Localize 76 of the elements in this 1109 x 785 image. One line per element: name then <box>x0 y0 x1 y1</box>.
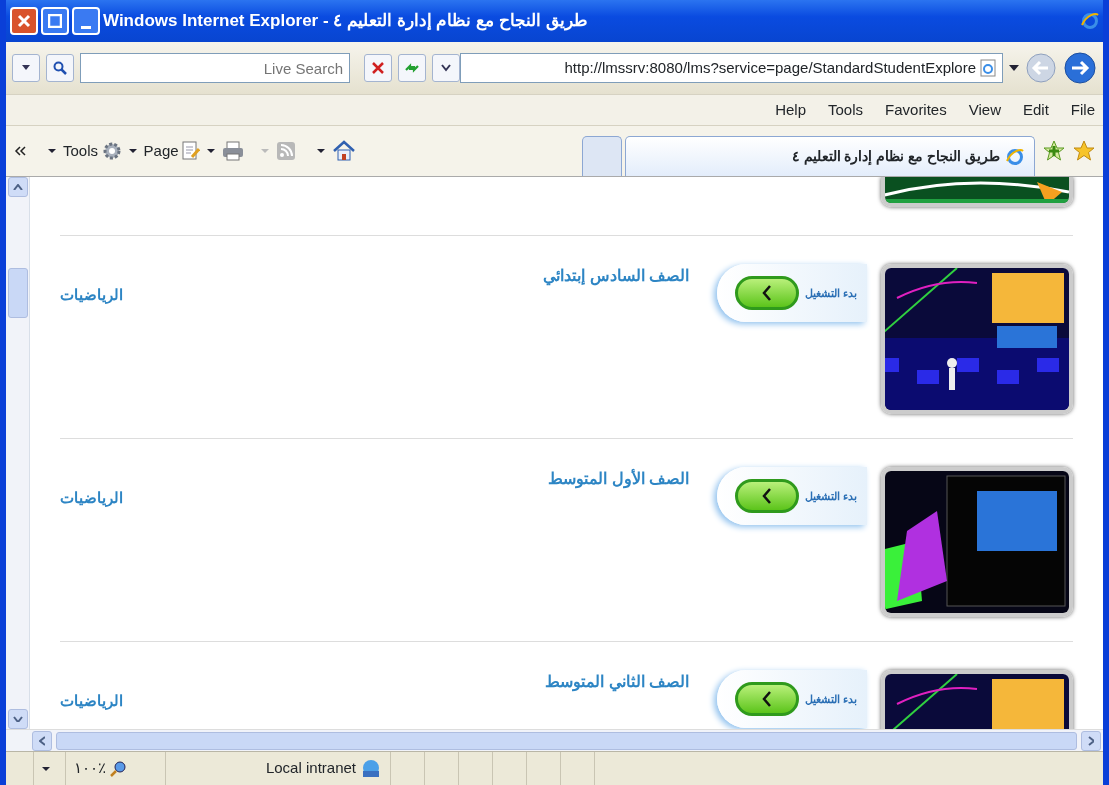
chevron-icon <box>14 146 26 156</box>
caret-icon <box>48 149 56 153</box>
caret-icon <box>12 184 23 190</box>
gear-icon <box>101 141 122 161</box>
scroll-down-button[interactable] <box>7 709 28 729</box>
printer-icon[interactable] <box>222 141 245 161</box>
menu-item[interactable]: Edit <box>1022 98 1049 122</box>
menu-item[interactable]: Favorites <box>885 98 947 122</box>
caret-icon <box>42 766 50 771</box>
page-icon <box>980 59 996 77</box>
close-button[interactable] <box>10 7 38 35</box>
caret-icon <box>128 149 137 153</box>
scroll-up-button[interactable] <box>7 177 28 197</box>
play-button[interactable] <box>734 276 799 310</box>
search-button[interactable] <box>46 54 74 82</box>
scroll-left-button[interactable] <box>32 730 52 751</box>
subject-label: الرياضيات <box>60 285 123 306</box>
browser-tab[interactable]: طريق النجاح مع نظام إدارة التعليم ٤ <box>625 136 1035 176</box>
address-dropdown-button[interactable] <box>432 54 460 82</box>
address-field[interactable]: http://lmssrv:8080/lms?service=page/StandardStudentExplore <box>460 53 1003 83</box>
forward-button-icon[interactable] <box>1063 51 1097 85</box>
add-favorite-icon[interactable] <box>1043 140 1065 162</box>
course-title[interactable]: الصف الأول المتوسط <box>548 467 689 491</box>
start-label: بدء التشغيل <box>804 488 857 505</box>
menu-item[interactable]: Tools <box>828 98 864 122</box>
refresh-icon <box>404 61 420 75</box>
caret-icon <box>22 65 30 71</box>
refresh-button[interactable] <box>398 54 426 82</box>
page-icon <box>1006 147 1024 166</box>
network-icon <box>360 758 382 779</box>
caret-icon <box>761 285 772 301</box>
browser-logo-icon <box>1081 12 1099 30</box>
favorites-star-icon[interactable] <box>1073 140 1095 162</box>
scrollbar-thumb[interactable] <box>7 268 28 318</box>
zoom-icon <box>110 760 126 777</box>
maximize-button[interactable] <box>41 7 69 35</box>
menu-item[interactable]: View <box>968 98 1001 122</box>
play-button[interactable] <box>734 479 799 513</box>
caret-icon <box>761 691 772 707</box>
caret-icon <box>761 488 772 504</box>
menu-item[interactable]: File <box>1070 98 1095 122</box>
close-icon <box>371 61 385 75</box>
close-icon <box>17 14 31 28</box>
subject-label: الرياضيات <box>60 488 123 509</box>
caret-icon <box>39 735 45 746</box>
caret-icon <box>441 64 451 72</box>
maximize-icon <box>48 14 62 28</box>
caret-icon <box>12 716 23 722</box>
menu-item[interactable]: Help <box>775 98 806 122</box>
search-options-button[interactable] <box>12 54 40 82</box>
caret-icon <box>207 149 216 153</box>
home-icon[interactable] <box>332 140 357 162</box>
search-field[interactable]: Live Search <box>80 53 350 83</box>
caret-icon <box>317 149 326 153</box>
course-title[interactable]: الصف السادس إبتدائي <box>543 264 689 288</box>
start-label: بدء التشغيل <box>804 285 857 302</box>
zoom-control[interactable]: ١٠٠٪ <box>66 752 166 785</box>
scrollbar-thumb[interactable] <box>56 731 1077 750</box>
zone-label: Local intranet <box>265 758 356 779</box>
url-text: http://lmssrv:8080/lms?service=page/StandardStudentExplore <box>564 57 976 78</box>
caret-icon <box>1088 735 1094 746</box>
page-edit-icon <box>182 141 201 161</box>
window-title: طريق النجاح مع نظام إدارة التعليم ٤ - Windows Internet Explorer <box>103 10 589 33</box>
stop-button[interactable] <box>364 54 392 82</box>
play-button[interactable] <box>734 682 799 716</box>
start-label: بدء التشغيل <box>804 691 857 708</box>
search-icon <box>53 61 67 75</box>
subject-label: الرياضيات <box>60 691 123 712</box>
course-title[interactable]: الصف الثاني المتوسط <box>545 670 689 694</box>
minimize-icon <box>81 25 91 29</box>
caret-icon <box>261 149 270 153</box>
minimize-button[interactable] <box>72 7 100 35</box>
page-menu-button[interactable]: Page <box>143 139 201 163</box>
scroll-right-button[interactable] <box>1081 730 1101 751</box>
tools-menu-button[interactable]: Tools <box>63 139 122 163</box>
recent-pages-caret-icon[interactable] <box>1009 65 1019 71</box>
